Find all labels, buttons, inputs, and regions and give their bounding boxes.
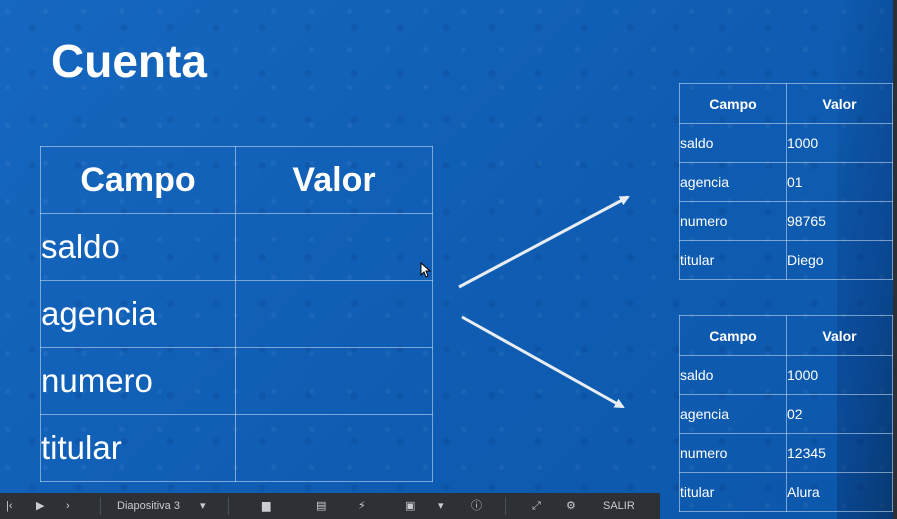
field-value: 12345: [786, 433, 893, 473]
table-row: numero 12345: [679, 433, 893, 473]
field-name: agencia: [679, 394, 787, 434]
field-value: 02: [786, 394, 893, 434]
table-row: saldo 1000: [679, 355, 893, 395]
field-name: numero: [679, 201, 787, 241]
field-name: saldo: [679, 123, 787, 163]
header-campo: Campo: [679, 315, 787, 356]
table-row: numero 98765: [679, 201, 893, 241]
toolbar-divider: [100, 497, 101, 515]
header-valor: Valor: [786, 83, 893, 124]
flash-icon[interactable]: ⚡: [358, 497, 366, 515]
table-header-row: Campo Valor: [679, 315, 893, 356]
first-slide-icon[interactable]: |‹: [6, 497, 13, 515]
exit-button[interactable]: SALIR: [603, 497, 635, 515]
field-value: 01: [786, 162, 893, 202]
field-value: 98765: [786, 201, 893, 241]
slide-menu-icon[interactable]: ▾: [200, 497, 206, 515]
toolbar-divider: [228, 497, 229, 515]
arrow-to-instance-2: [461, 315, 625, 409]
field-name: saldo: [679, 355, 787, 395]
captions-icon[interactable]: ▣: [405, 497, 415, 515]
previous-slide-icon[interactable]: ▶: [36, 497, 44, 515]
arrow-to-instance-1: [458, 195, 630, 289]
settings-icon[interactable]: ⚙: [566, 497, 576, 515]
field-value: Alura: [786, 472, 893, 512]
header-valor: Valor: [786, 315, 893, 356]
table-row: agencia 02: [679, 394, 893, 434]
field-name: agencia: [679, 162, 787, 202]
presentation-toolbar: |‹ ▶ › Diapositiva 3 ▾ ▆ ▤ ⚡ ▣ ▾ ⓘ ⤢ ⚙ S…: [0, 493, 660, 519]
table-header-row: Campo Valor: [679, 83, 893, 124]
instance-table-1: Campo Valor saldo 1000 agencia 01 numero…: [679, 83, 893, 280]
table-row: agencia 01: [679, 162, 893, 202]
comments-icon[interactable]: ▆: [262, 497, 270, 515]
fullscreen-icon[interactable]: ⤢: [532, 497, 541, 515]
header-campo: Campo: [679, 83, 787, 124]
dropdown-icon[interactable]: ▾: [438, 497, 444, 515]
slide-selector[interactable]: Diapositiva 3: [117, 497, 180, 515]
next-slide-icon[interactable]: ›: [66, 497, 70, 515]
toolbar-divider: [505, 497, 506, 515]
field-value: 1000: [786, 355, 893, 395]
field-value: Diego: [786, 240, 893, 280]
presentation-slide: Cuenta Campo Valor saldo agencia numero …: [0, 0, 897, 519]
info-icon[interactable]: ⓘ: [471, 497, 482, 515]
field-name: titular: [679, 472, 787, 512]
field-value: 1000: [786, 123, 893, 163]
field-name: titular: [679, 240, 787, 280]
table-row: saldo 1000: [679, 123, 893, 163]
table-row: titular Alura: [679, 472, 893, 512]
field-name: numero: [679, 433, 787, 473]
mouse-cursor-icon: [420, 262, 432, 278]
table-row: titular Diego: [679, 240, 893, 280]
instance-table-2: Campo Valor saldo 1000 agencia 02 numero…: [679, 315, 893, 512]
notes-icon[interactable]: ▤: [316, 497, 326, 515]
